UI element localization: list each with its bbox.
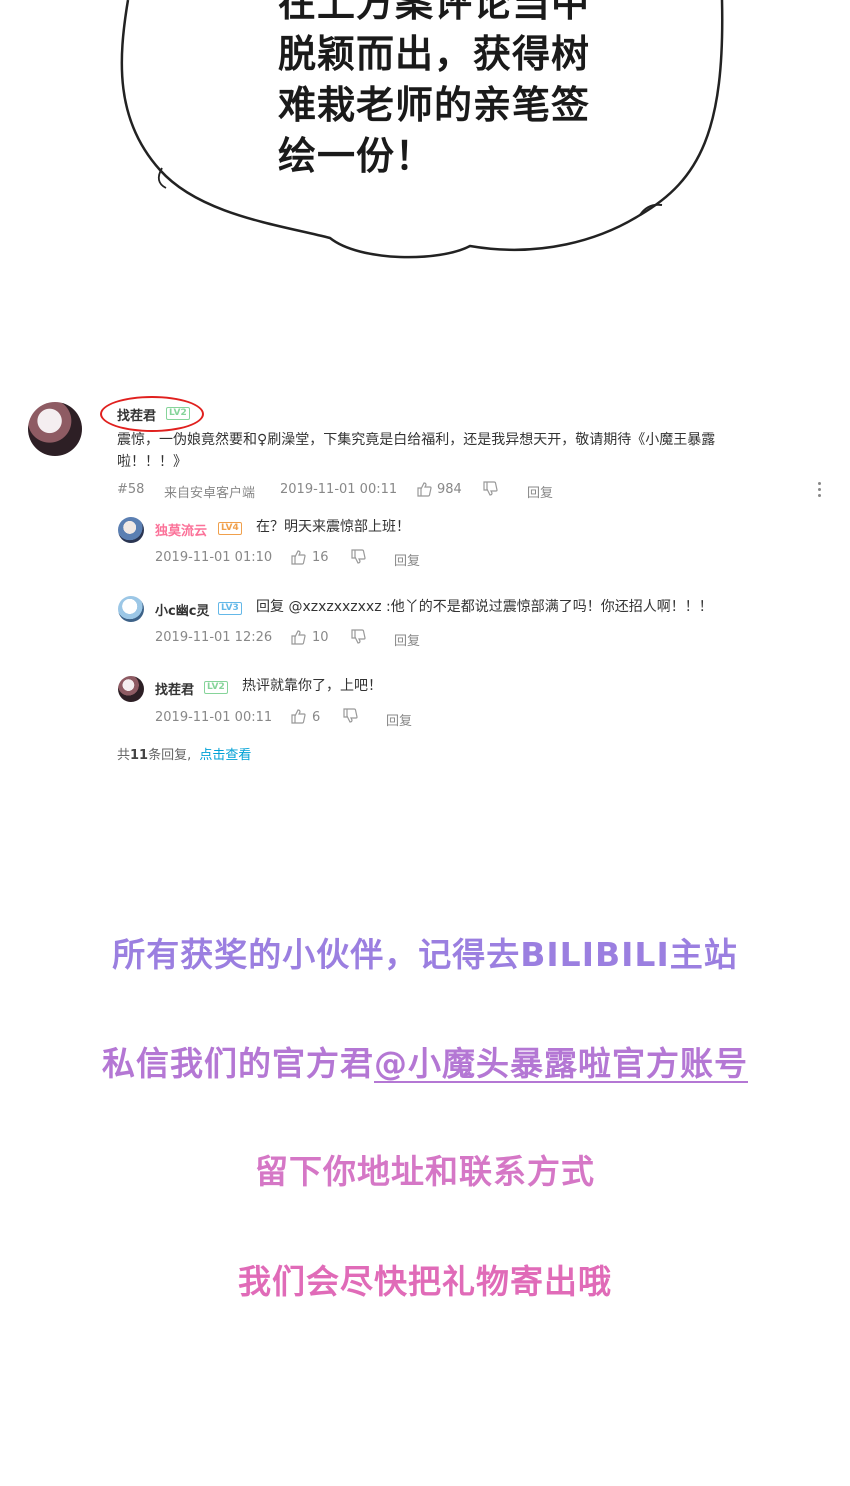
like-count: 16 (312, 550, 329, 565)
more-options-icon[interactable] (818, 482, 822, 500)
thumbs-down-icon[interactable] (350, 629, 366, 645)
comment-text: 震惊，一伪娘竟然要和♀刷澡堂，下集究竟是白给福利，还是我异想天开，敬请期待《小魔… (117, 429, 807, 473)
thumbs-down-icon[interactable] (350, 549, 366, 565)
like-count: 6 (312, 710, 321, 725)
thumbs-up-icon[interactable] (290, 708, 306, 724)
reply-button[interactable]: 回复 (527, 482, 553, 501)
official-account-link[interactable]: @小魔头暴露啦官方账号 (374, 1044, 748, 1083)
highlight-circle (100, 396, 204, 432)
avatar[interactable] (28, 402, 82, 456)
thumbs-up-icon[interactable] (290, 549, 306, 565)
reply-button[interactable]: 回复 (394, 630, 420, 649)
summary-prefix: 共 (117, 748, 131, 763)
promo-line-3: 留下你地址和联系方式 (255, 1152, 595, 1191)
level-badge: LV3 (218, 602, 242, 615)
comment-floor: #58 (117, 482, 145, 497)
bubble-text: 在上方案评论当中 脱颖而出，获得树 难栽老师的亲笔签 绘一份！ (278, 0, 590, 182)
comment-text-line-2: 啦！！！》 (117, 454, 187, 470)
thumbs-down-icon[interactable] (342, 708, 358, 724)
promo-line-2: 私信我们的官方君@小魔头暴露啦官方账号 (0, 1037, 850, 1085)
reply-username[interactable]: 小c幽c灵 (155, 600, 209, 619)
promo-line-4: 我们会尽快把礼物寄出哦 (238, 1262, 612, 1301)
avatar[interactable] (118, 676, 144, 702)
reply-time: 2019-11-01 01:10 (155, 550, 273, 565)
bubble-line-4: 绘一份！ (278, 134, 435, 178)
avatar[interactable] (118, 517, 144, 543)
comment-source: 来自安卓客户端 (164, 486, 256, 501)
view-replies-link[interactable]: 点击查看 (199, 748, 251, 763)
avatar[interactable] (118, 596, 144, 622)
reply-username[interactable]: 独莫流云 (155, 520, 207, 539)
summary-suffix: 条回复, (148, 748, 192, 763)
reply-time: 2019-11-01 12:26 (155, 630, 273, 645)
level-badge: LV2 (204, 681, 228, 694)
reply-text: 热评就靠你了，上吧！ (242, 678, 382, 694)
reply-time: 2019-11-01 00:11 (155, 710, 273, 725)
speech-bubble: 在上方案评论当中 脱颖而出，获得树 难栽老师的亲笔签 绘一份！ (0, 0, 850, 280)
promo-line-1: 所有获奖的小伙伴，记得去BILIBILI主站 (112, 935, 738, 974)
thumbs-up-icon[interactable] (416, 481, 432, 497)
bubble-line-3: 难栽老师的亲笔签 (278, 83, 591, 127)
reply-button[interactable]: 回复 (386, 710, 412, 729)
level-badge: LV4 (218, 522, 242, 535)
reply-text: 回复 @xzxzxxzxxz :他丫的不是都说过震惊部满了吗！你还招人啊！！！ (256, 599, 713, 615)
reply-username[interactable]: 找茬君 (155, 679, 194, 698)
reply-summary: 共11条回复, 点击查看 (117, 744, 251, 763)
comment-time: 2019-11-01 00:11 (280, 482, 398, 497)
reply-button[interactable]: 回复 (394, 550, 420, 569)
thumbs-down-icon[interactable] (482, 481, 498, 497)
promo-line-2-text: 私信我们的官方君 (102, 1044, 374, 1083)
bubble-line-2: 脱颖而出，获得树 (278, 32, 591, 76)
reply-text: 在？明天来震惊部上班！ (256, 519, 410, 535)
like-count: 10 (312, 630, 329, 645)
summary-count: 11 (130, 748, 149, 763)
like-count: 984 (437, 482, 462, 497)
bubble-line-1: 在上方案评论当中 (278, 0, 591, 25)
comment-text-line-1: 震惊，一伪娘竟然要和♀刷澡堂，下集究竟是白给福利，还是我异想天开，敬请期待《小魔… (117, 432, 716, 448)
thumbs-up-icon[interactable] (290, 629, 306, 645)
